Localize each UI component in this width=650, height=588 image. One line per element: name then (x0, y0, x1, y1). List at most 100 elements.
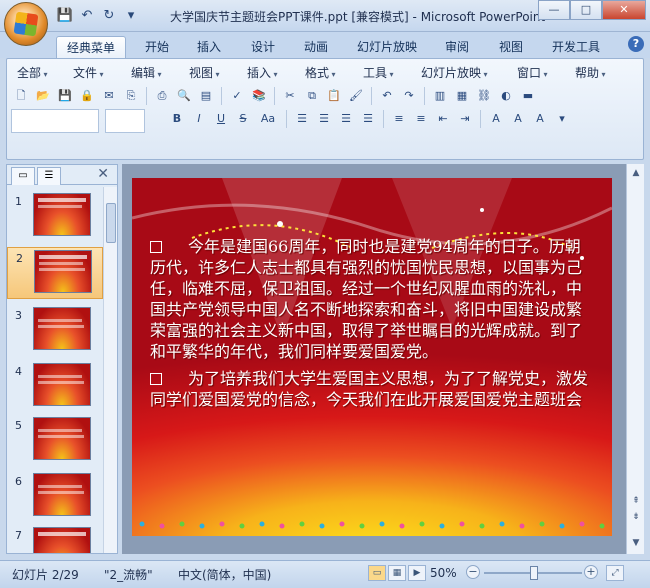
hyperlink-icon[interactable]: ⛓ (474, 86, 494, 106)
align-center-icon[interactable]: ☰ (314, 109, 334, 129)
zoom-out-button[interactable]: − (466, 565, 480, 579)
formatting-toolbar (11, 109, 145, 133)
zoom-in-button[interactable]: + (584, 565, 598, 579)
tab-insert[interactable]: 插入 (190, 36, 228, 58)
toolbar-divider (424, 87, 425, 105)
cut-icon[interactable]: ✂ (280, 86, 300, 106)
tab-slideshow[interactable]: 幻灯片放映 (352, 36, 422, 58)
publish-icon[interactable]: ⎘ (121, 86, 141, 106)
slide-thumbnail-3[interactable]: 3 (7, 305, 103, 357)
reference-icon[interactable]: 📚 (249, 86, 269, 106)
minimize-button[interactable]: — (538, 0, 570, 20)
next-slide-icon[interactable]: ⇟ (629, 510, 643, 524)
fit-to-window-icon[interactable]: ⤢ (606, 565, 624, 581)
save-icon[interactable]: 💾 (56, 7, 74, 25)
color-grayscale-icon[interactable]: ◐ (496, 86, 516, 106)
menu-edit[interactable]: 编辑 (127, 63, 185, 83)
align-right-icon[interactable]: ☰ (336, 109, 356, 129)
decrease-indent-icon[interactable]: ⇤ (433, 109, 453, 129)
table-icon[interactable]: ▦ (452, 86, 472, 106)
zoom-slider-thumb[interactable] (530, 566, 538, 580)
more-options-icon[interactable]: ▾ (552, 109, 572, 129)
current-slide[interactable]: 今年是建国66周年，同时也是建党94周年的日子。历朝历代，许多仁人志士都具有强烈… (132, 178, 612, 536)
change-case-button[interactable]: Aa (255, 109, 281, 129)
redo-toolbar-icon[interactable]: ↷ (399, 86, 419, 106)
close-button[interactable]: ✕ (602, 0, 646, 20)
tab-view[interactable]: 视图 (492, 36, 530, 58)
previous-slide-icon[interactable]: ⇞ (629, 494, 643, 508)
slide-thumbnail-2[interactable]: 2 (7, 247, 103, 299)
align-left-icon[interactable]: ☰ (292, 109, 312, 129)
zoom-level[interactable]: 50% (430, 566, 457, 580)
menu-help[interactable]: 帮助 (571, 63, 621, 83)
customize-qat-icon[interactable]: ▾ (122, 7, 140, 25)
save-toolbar-icon[interactable]: 💾 (55, 86, 75, 106)
thumb-text-line (39, 255, 87, 259)
undo-icon[interactable]: ↶ (78, 7, 96, 25)
tab-design[interactable]: 设计 (244, 36, 282, 58)
format-painter-icon[interactable]: 🖌 (346, 86, 366, 106)
justify-icon[interactable]: ☰ (358, 109, 378, 129)
scroll-up-icon[interactable]: ▲ (629, 166, 643, 180)
slide-thumbnail-4[interactable]: 4 (7, 361, 103, 413)
print-icon[interactable]: ⎙ (152, 86, 172, 106)
menu-file[interactable]: 文件 (69, 63, 127, 83)
redo-icon[interactable]: ↻ (100, 7, 118, 25)
copy-icon[interactable]: ⧉ (302, 86, 322, 106)
scrollbar-thumb[interactable] (106, 203, 116, 243)
email-icon[interactable]: ✉ (99, 86, 119, 106)
italic-button[interactable]: I (189, 109, 209, 129)
undo-toolbar-icon[interactable]: ↶ (377, 86, 397, 106)
new-icon[interactable]: 🗋 (11, 86, 31, 106)
strikethrough-button[interactable]: S (233, 109, 253, 129)
tab-home[interactable]: 开始 (138, 36, 176, 58)
scroll-down-icon[interactable]: ▼ (629, 536, 643, 550)
slideshow-view-button[interactable]: ▶ (408, 565, 426, 581)
font-name-dropdown[interactable] (11, 109, 99, 133)
font-size-dropdown[interactable] (105, 109, 145, 133)
office-button[interactable] (4, 2, 48, 46)
spelling-icon[interactable]: ✓ (227, 86, 247, 106)
menu-window[interactable]: 窗口 (513, 63, 571, 83)
close-pane-icon[interactable]: ✕ (97, 166, 109, 182)
chart-icon[interactable]: ▥ (430, 86, 450, 106)
slides-tab[interactable]: ▭ (11, 167, 35, 185)
increase-indent-icon[interactable]: ⇥ (455, 109, 475, 129)
print-preview-icon[interactable]: 🔍 (174, 86, 194, 106)
help-icon[interactable]: ? (628, 36, 644, 52)
bold-button[interactable]: B (167, 109, 187, 129)
menu-format[interactable]: 格式 (301, 63, 359, 83)
display-icon[interactable]: ▬ (518, 86, 538, 106)
tab-classic-menu[interactable]: 经典菜单 (56, 36, 126, 58)
tab-developer[interactable]: 开发工具 (546, 36, 606, 58)
slide-thumbnail-5[interactable]: 5 (7, 415, 103, 467)
bullets-icon[interactable]: ≡ (411, 109, 431, 129)
normal-view-button[interactable]: ▭ (368, 565, 386, 581)
menu-tools[interactable]: 工具 (359, 63, 417, 83)
tab-animation[interactable]: 动画 (297, 36, 335, 58)
slide-thumbnail-6[interactable]: 6 (7, 471, 103, 523)
menu-view[interactable]: 视图 (185, 63, 243, 83)
numbering-icon[interactable]: ≡ (389, 109, 409, 129)
slide-sorter-view-button[interactable]: ▦ (388, 565, 406, 581)
maximize-button[interactable]: □ (570, 0, 602, 20)
increase-font-icon[interactable]: A (508, 109, 528, 129)
outline-tab[interactable]: ☰ (37, 167, 61, 185)
slide-scrollbar[interactable]: ▲ ⇞ ⇟ ▼ (626, 164, 644, 554)
slides-pane-scrollbar[interactable] (103, 187, 117, 553)
permission-icon[interactable]: 🔒 (77, 86, 97, 106)
menu-slideshow[interactable]: 幻灯片放映 (417, 63, 513, 83)
menu-all[interactable]: 全部 (13, 63, 69, 83)
underline-button[interactable]: U (211, 109, 231, 129)
decrease-font-icon[interactable]: A (530, 109, 550, 129)
menu-insert[interactable]: 插入 (243, 63, 301, 83)
font-color-icon[interactable]: A (486, 109, 506, 129)
slide-thumbnail-1[interactable]: 1 (7, 191, 103, 243)
language-indicator[interactable]: 中文(简体，中国) (178, 566, 271, 583)
slide-body-text[interactable]: 今年是建国66周年，同时也是建党94周年的日子。历朝历代，许多仁人志士都具有强烈… (150, 236, 590, 416)
paste-icon[interactable]: 📋 (324, 86, 344, 106)
slide-thumbnail-7[interactable]: 7 (7, 525, 103, 553)
open-icon[interactable]: 📂 (33, 86, 53, 106)
tab-review[interactable]: 审阅 (438, 36, 476, 58)
research-icon[interactable]: ▤ (196, 86, 216, 106)
